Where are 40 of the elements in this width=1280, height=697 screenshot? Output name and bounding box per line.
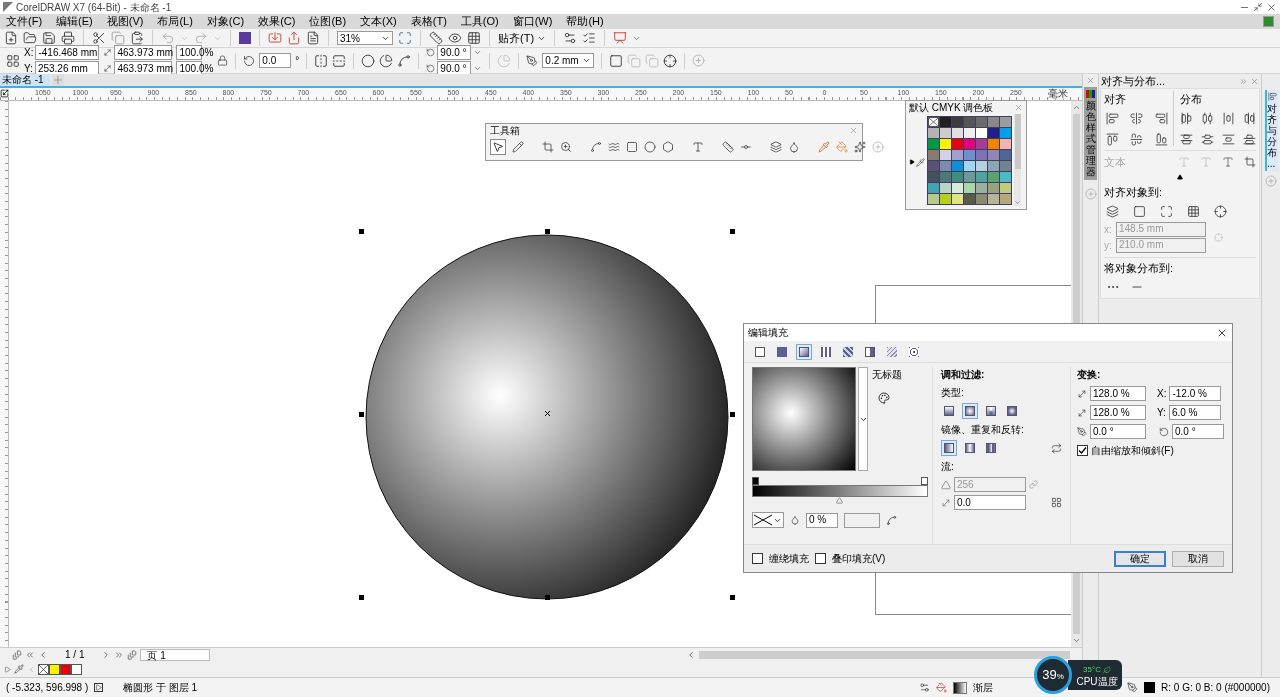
percent-sign: % (204, 62, 214, 76)
y-label: Y: (24, 62, 33, 75)
align-to-heading: 对齐对象到: (1104, 185, 1164, 200)
toolbox-title: 工具箱 (490, 124, 520, 138)
y-label: Y: (1157, 406, 1166, 420)
cpu-usage-unit: % (1056, 673, 1064, 681)
cursor-coordinates: ( -5.323, 596.998 ) (6, 681, 89, 695)
docker-title: 对齐与分布... (1101, 73, 1167, 89)
cpu-temperature: 35°C (1083, 663, 1101, 676)
type-label: 类型: (941, 386, 965, 400)
degree-sign: ° (295, 54, 300, 68)
distribute-to-heading: 将对象分布到: (1104, 256, 1256, 276)
mirror-label: 镜像、重复和反转: (941, 423, 1025, 437)
x-label: X: (1157, 387, 1167, 401)
wrap-fill-label: 缠绕填充 (769, 552, 809, 566)
object-info: 椭圆形 于 图层 1 (123, 681, 198, 695)
preset-name: 无标题 (872, 368, 902, 382)
percent-sign: % (204, 46, 214, 60)
window-title: CorelDRAW X7 (64-Bit) - 未命名 -1 (16, 0, 172, 15)
overprint-label: 叠印填充(V) (832, 552, 886, 566)
palette-title: 默认 CMYK 调色板 (909, 101, 994, 115)
blend-heading: 调和过滤: (941, 368, 986, 382)
transform-heading: 变换: (1077, 368, 1102, 382)
side-tab-label: 颜色样式管理器 (1085, 100, 1096, 177)
align-heading: 对齐 (1104, 92, 1127, 107)
fill-name: 渐层 (973, 681, 994, 695)
text-label: 文本 (1104, 154, 1127, 170)
x-label: x: (1104, 222, 1113, 237)
dialog-title: 编辑填充 (748, 326, 788, 340)
stream-label: 流: (941, 460, 955, 474)
cpu-usage: 39 (1042, 668, 1057, 681)
x-label: X: (24, 46, 34, 60)
cpu-label: CPU温度 (1076, 675, 1118, 687)
free-scale-label: 自由缩放和倾斜(F) (1091, 444, 1174, 458)
page-counter: 1 / 1 (65, 648, 85, 662)
ruler-unit: 毫米 (1047, 88, 1068, 99)
y-label: y: (1104, 238, 1113, 253)
side-tab-label: 对齐与分布... (1267, 103, 1277, 169)
distribute-heading: 分布 (1180, 92, 1203, 107)
outline-color-info: R: 0 G: 0 B: 0 (#000000) (1161, 681, 1270, 695)
